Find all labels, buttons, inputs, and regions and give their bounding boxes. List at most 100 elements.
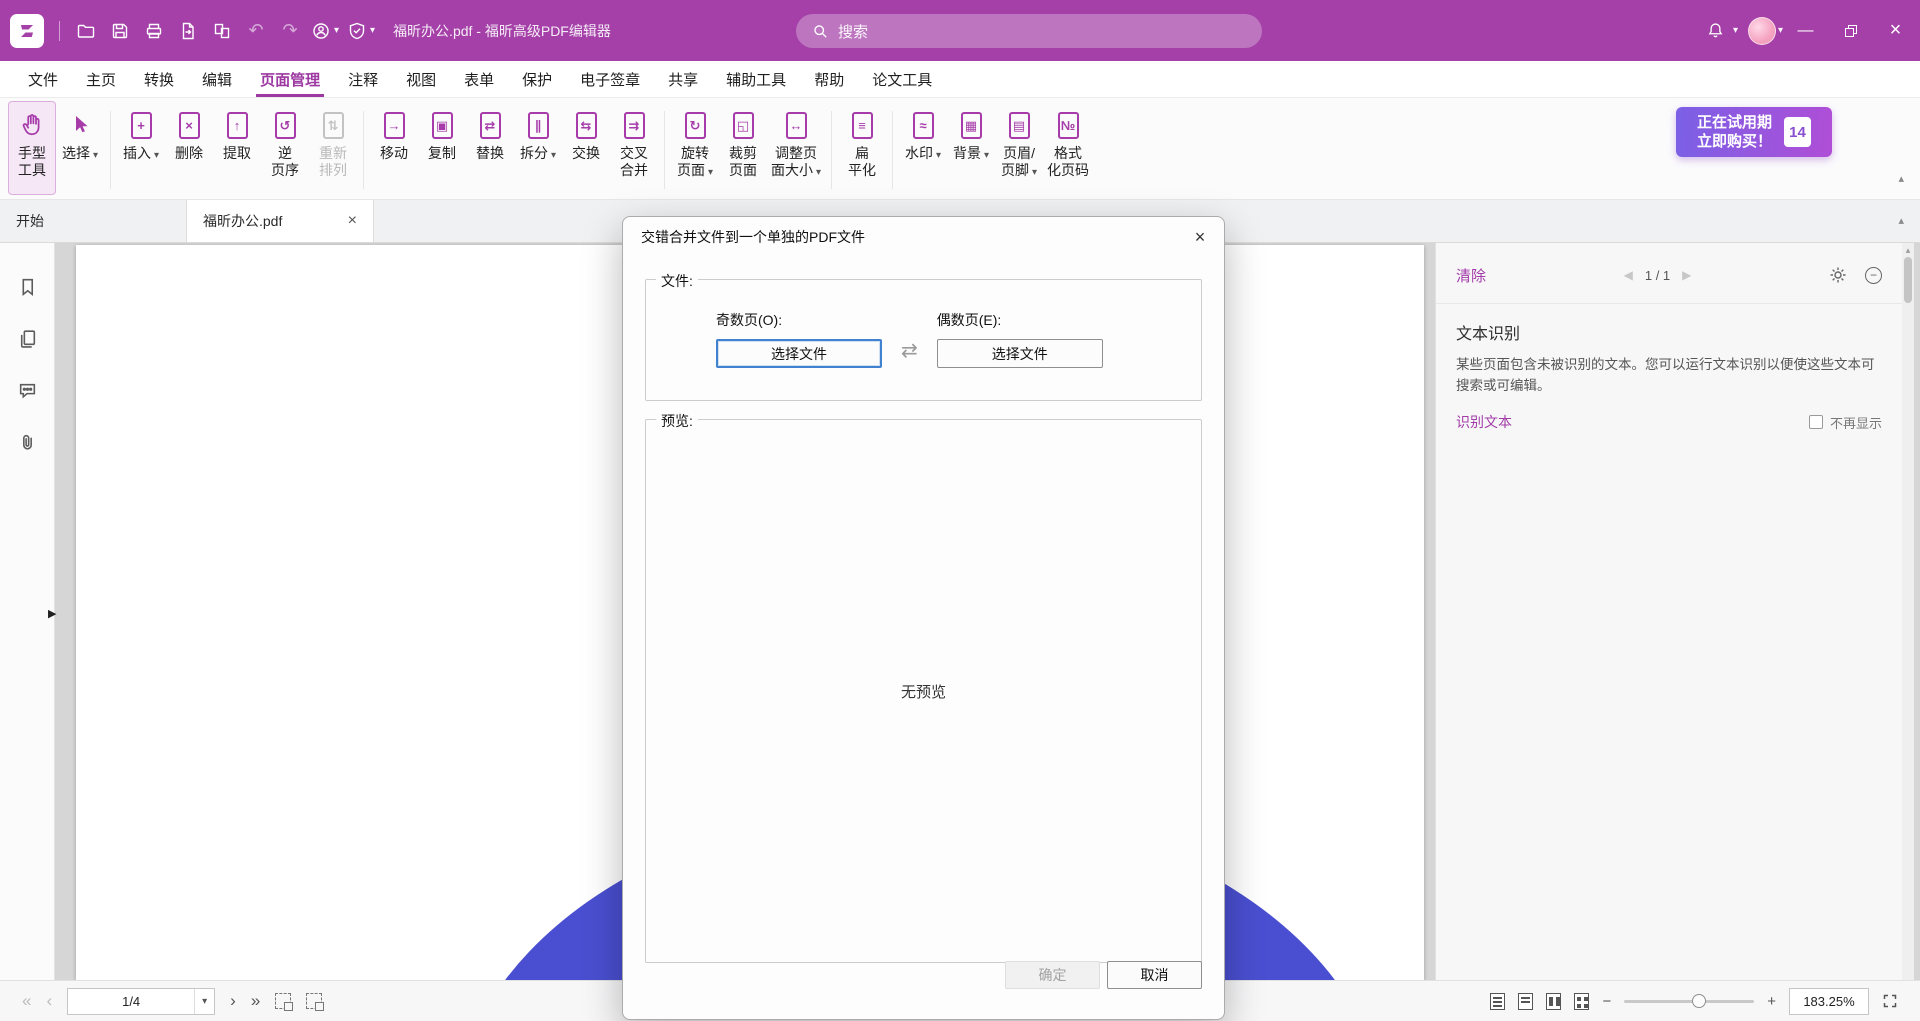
zoom-slider-thumb[interactable] <box>1692 994 1706 1008</box>
caret-down-icon[interactable]: ▾ <box>1778 25 1783 36</box>
ribbon-tool-background[interactable]: ▦背景▾ <box>947 101 995 195</box>
menu-item-paper-tools[interactable]: 论文工具 <box>858 61 946 97</box>
scroll-up-arrow[interactable]: ▴ <box>1902 245 1914 256</box>
menu-item-share[interactable]: 共享 <box>654 61 712 97</box>
facing-view-icon[interactable] <box>1546 993 1561 1010</box>
menu-item-accessibility[interactable]: 辅助工具 <box>712 61 800 97</box>
single-page-view-icon[interactable] <box>1490 993 1505 1010</box>
first-page-button[interactable]: « <box>22 991 31 1011</box>
scrollbar-thumb[interactable] <box>1904 257 1912 303</box>
zoom-out-button[interactable]: − <box>1602 993 1611 1010</box>
collapse-panel-button[interactable]: − <box>1865 267 1882 284</box>
ribbon-tool-interleave-merge[interactable]: ⇉交叉合并 <box>610 101 658 195</box>
menu-item-edit[interactable]: 编辑 <box>188 61 246 97</box>
undo-button[interactable]: ↶ <box>239 14 273 48</box>
previous-page-button[interactable]: ‹ <box>46 991 52 1011</box>
menu-item-convert[interactable]: 转换 <box>130 61 188 97</box>
print-button[interactable] <box>137 14 171 48</box>
maximize-button[interactable] <box>1828 0 1873 61</box>
comments-panel-button[interactable] <box>14 377 40 403</box>
ribbon-tool-replace-pages[interactable]: ⇄替换 <box>466 101 514 195</box>
ribbon-tool-rotate-pages[interactable]: ↻旋转页面▾ <box>671 101 719 195</box>
ribbon-tool-format-page-numbers[interactable]: №格式化页码 <box>1043 101 1093 195</box>
last-page-button[interactable]: » <box>251 991 260 1011</box>
panel-settings-button[interactable] <box>1829 266 1847 284</box>
menu-item-view[interactable]: 视图 <box>392 61 450 97</box>
choose-even-file-button[interactable]: 选择文件 <box>937 339 1103 368</box>
buy-now-button[interactable]: 正在试用期 立即购买！ 14 <box>1676 107 1832 157</box>
ribbon-tool-extract-pages[interactable]: ↑提取 <box>213 101 261 195</box>
ribbon-tool-delete-pages[interactable]: ×删除 <box>165 101 213 195</box>
ribbon-tool-insert-pages[interactable]: +插入▾ <box>117 101 165 195</box>
zoom-input[interactable]: 183.25% <box>1789 988 1869 1015</box>
tab-document[interactable]: 福昕办公.pdf × <box>187 200 374 242</box>
ribbon-tool-select-tool[interactable]: 选择▾ <box>56 101 104 195</box>
protection-menu-button[interactable]: ▾ <box>343 21 379 41</box>
chevron-left-icon[interactable]: ◀ <box>1624 268 1633 282</box>
collapse-ribbon-button[interactable]: ▴ <box>1898 172 1904 185</box>
tool-label: 移动 <box>380 145 408 162</box>
export-pdf-button[interactable] <box>171 14 205 48</box>
chevron-up-icon[interactable]: ▴ <box>1898 214 1904 227</box>
fullscreen-button[interactable] <box>1882 993 1898 1009</box>
avatar[interactable] <box>1748 17 1776 45</box>
cancel-button[interactable]: 取消 <box>1107 961 1202 989</box>
continuous-view-icon[interactable] <box>1518 993 1533 1010</box>
next-page-button[interactable]: › <box>230 991 236 1011</box>
ribbon-tool-swap-pages[interactable]: ⇆交换 <box>562 101 610 195</box>
chevron-right-icon[interactable]: ▶ <box>1682 268 1691 282</box>
menu-item-form[interactable]: 表单 <box>450 61 508 97</box>
minimize-button[interactable]: — <box>1783 0 1828 61</box>
recognize-text-link[interactable]: 识别文本 <box>1456 412 1512 432</box>
choose-odd-file-button[interactable]: 选择文件 <box>716 339 882 368</box>
vertical-scrollbar[interactable]: ▴ <box>1902 243 1914 980</box>
zoom-slider[interactable] <box>1624 1000 1754 1003</box>
menu-item-help[interactable]: 帮助 <box>800 61 858 97</box>
ribbon-tool-hand-tool[interactable]: 手型工具 <box>8 101 56 195</box>
ribbon-tool-header-footer[interactable]: ▤页眉/页脚▾ <box>995 101 1043 195</box>
page-number-input[interactable]: 1/4 ▾ <box>67 988 215 1015</box>
snapshot-icon[interactable] <box>275 993 291 1009</box>
attachments-panel-button[interactable] <box>14 429 40 455</box>
zoom-in-button[interactable]: + <box>1767 993 1776 1010</box>
clear-button[interactable]: 清除 <box>1456 265 1486 286</box>
notifications-button[interactable] <box>1699 14 1733 48</box>
bookmarks-panel-button[interactable] <box>14 273 40 299</box>
ribbon-tool-crop-pages[interactable]: ◱裁剪页面 <box>719 101 767 195</box>
menu-item-home[interactable]: 主页 <box>72 61 130 97</box>
replace-page-icon: ⇄ <box>480 107 501 143</box>
swap-files-icon[interactable]: ⇄ <box>901 338 918 363</box>
close-button[interactable]: × <box>1873 0 1918 61</box>
dialog-close-button[interactable]: × <box>1176 217 1224 257</box>
caret-down-icon[interactable]: ▾ <box>194 989 214 1014</box>
menu-item-file[interactable]: 文件 <box>14 61 72 97</box>
dont-show-checkbox[interactable] <box>1809 415 1823 429</box>
ribbon-tool-split-document[interactable]: ∥拆分▾ <box>514 101 562 195</box>
ribbon-tool-watermark[interactable]: ≈水印▾ <box>899 101 947 195</box>
select-area-icon[interactable] <box>306 993 322 1009</box>
redo-button[interactable]: ↷ <box>273 14 307 48</box>
save-button[interactable] <box>103 14 137 48</box>
tab-start[interactable]: 开始 <box>0 200 187 242</box>
close-tab-icon[interactable]: × <box>348 212 357 230</box>
menu-item-e-sign[interactable]: 电子签章 <box>566 61 654 97</box>
app-logo[interactable] <box>10 14 44 48</box>
open-file-button[interactable] <box>69 14 103 48</box>
search-box[interactable]: 搜索 <box>796 14 1262 48</box>
menu-item-comment[interactable]: 注释 <box>334 61 392 97</box>
menu-item-protect[interactable]: 保护 <box>508 61 566 97</box>
ribbon-tool-reverse-page-order[interactable]: ↺逆页序 <box>261 101 309 195</box>
convert-doc-button[interactable] <box>205 14 239 48</box>
menu-item-page-management[interactable]: 页面管理 <box>246 61 334 97</box>
caret-down-icon[interactable]: ▾ <box>1733 25 1738 36</box>
ribbon-tool-resize-pages[interactable]: ↔调整页面大小▾ <box>767 101 825 195</box>
ribbon-tool-flatten[interactable]: ≡扁平化 <box>838 101 886 195</box>
pages-panel-button[interactable] <box>14 325 40 351</box>
facing-continuous-view-icon[interactable] <box>1574 993 1589 1010</box>
ribbon-tool-rearrange-pages[interactable]: ⇅重新排列 <box>309 101 357 195</box>
ribbon-tool-move-pages[interactable]: →移动 <box>370 101 418 195</box>
ocr-title: 文本识别 <box>1456 320 1882 344</box>
ok-button[interactable]: 确定 <box>1005 961 1100 989</box>
account-menu-button[interactable]: ▾ <box>307 21 343 41</box>
ribbon-tool-copy-pages[interactable]: ▣复制 <box>418 101 466 195</box>
